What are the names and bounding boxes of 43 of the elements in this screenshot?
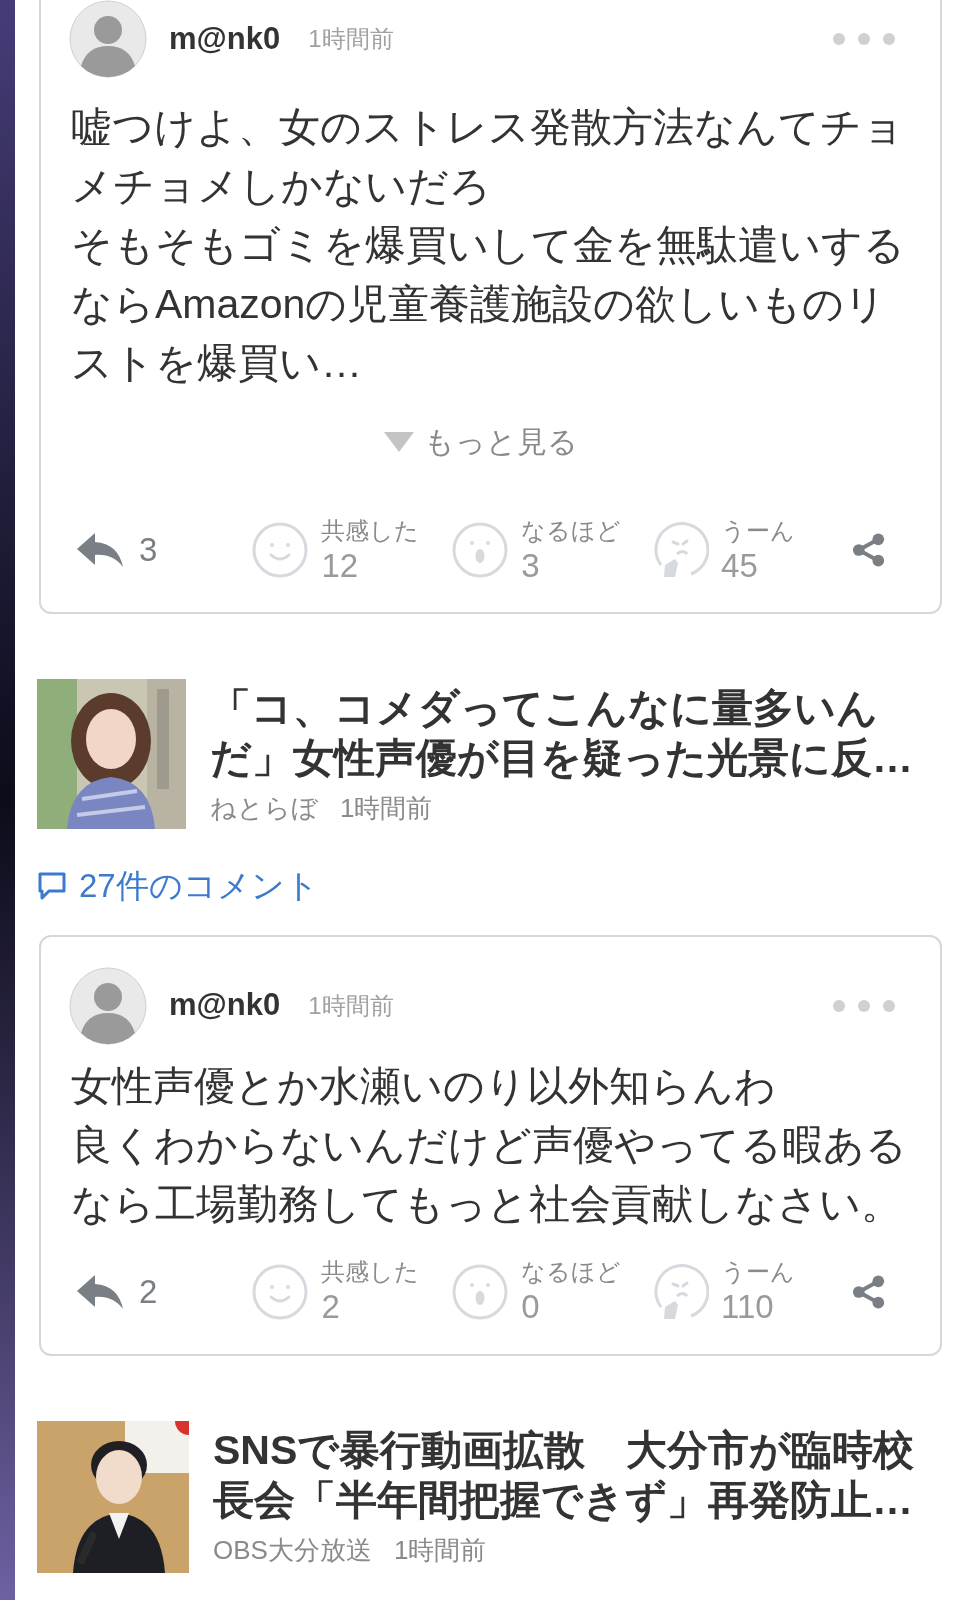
comment-text: 嘘つけよ、女のストレス発散方法なんてチョメチョメしかないだろ: [71, 103, 905, 211]
thinking-face-icon[interactable]: [651, 521, 710, 579]
share-icon[interactable]: [850, 1273, 886, 1310]
reaction-count: 45: [721, 548, 759, 582]
more-icon[interactable]: [832, 32, 896, 46]
reaction-count: 2: [321, 1290, 341, 1323]
comment-time: 1時間前: [308, 24, 394, 54]
more-icon[interactable]: [832, 998, 896, 1013]
reaction-count: 0: [521, 1290, 541, 1323]
surprised-face-icon[interactable]: [451, 521, 510, 579]
article-source: ねとらぼ: [210, 792, 318, 825]
comment-text: そもそもゴミを爆買いして金を無駄遣いするならAmazonの児童養護施設の欲しいものリストを爆買い…: [71, 221, 906, 388]
avatar[interactable]: [69, 966, 147, 1045]
comment-icon: [37, 870, 67, 901]
reaction-count: 3: [521, 548, 541, 582]
smile-icon[interactable]: [251, 1262, 310, 1321]
reaction-label: 共感した: [321, 518, 420, 543]
reaction-label: うーん: [721, 1260, 796, 1284]
reply-count: 2: [139, 1271, 158, 1312]
article-source: OBS大分放送: [213, 1533, 372, 1567]
comment-text: 女性声優とか水瀬いのり以外知らんわ: [71, 1061, 777, 1111]
caret-icon: [383, 431, 414, 452]
article-title[interactable]: 「コ、コメダってこんなに量多いんだ」女性声優が目を疑った光景に反…: [210, 683, 930, 783]
reaction-count: 110: [721, 1290, 775, 1323]
reaction-count: 12: [321, 548, 360, 582]
reaction-label: なるほど: [521, 1260, 622, 1284]
share-icon[interactable]: [850, 532, 886, 568]
comments-link[interactable]: 27件のコメント: [37, 861, 319, 911]
user-name[interactable]: m@nk0: [169, 982, 281, 1029]
reaction-label: 共感した: [321, 1260, 420, 1284]
article-time: 1時間前: [340, 792, 433, 825]
user-name[interactable]: m@nk0: [169, 15, 281, 63]
surprised-face-icon[interactable]: [451, 1262, 510, 1321]
reaction-label: なるほど: [521, 518, 622, 543]
reaction-label: うーん: [721, 518, 796, 543]
smile-icon[interactable]: [251, 521, 310, 579]
avatar[interactable]: [69, 0, 147, 78]
article-title[interactable]: SNSで暴行動画拡散 大分市が臨時校長会「半年間把握できず」再発防止…: [213, 1424, 933, 1525]
comment-text: 良くわからないんだけど声優やってる暇あるなら工場勤務してもっと社会貢献しなさい。: [71, 1120, 908, 1229]
comment-time: 1時間前: [308, 990, 394, 1021]
reply-count: 3: [139, 530, 158, 571]
thinking-face-icon[interactable]: [651, 1262, 710, 1321]
article-time: 1時間前: [393, 1533, 487, 1567]
